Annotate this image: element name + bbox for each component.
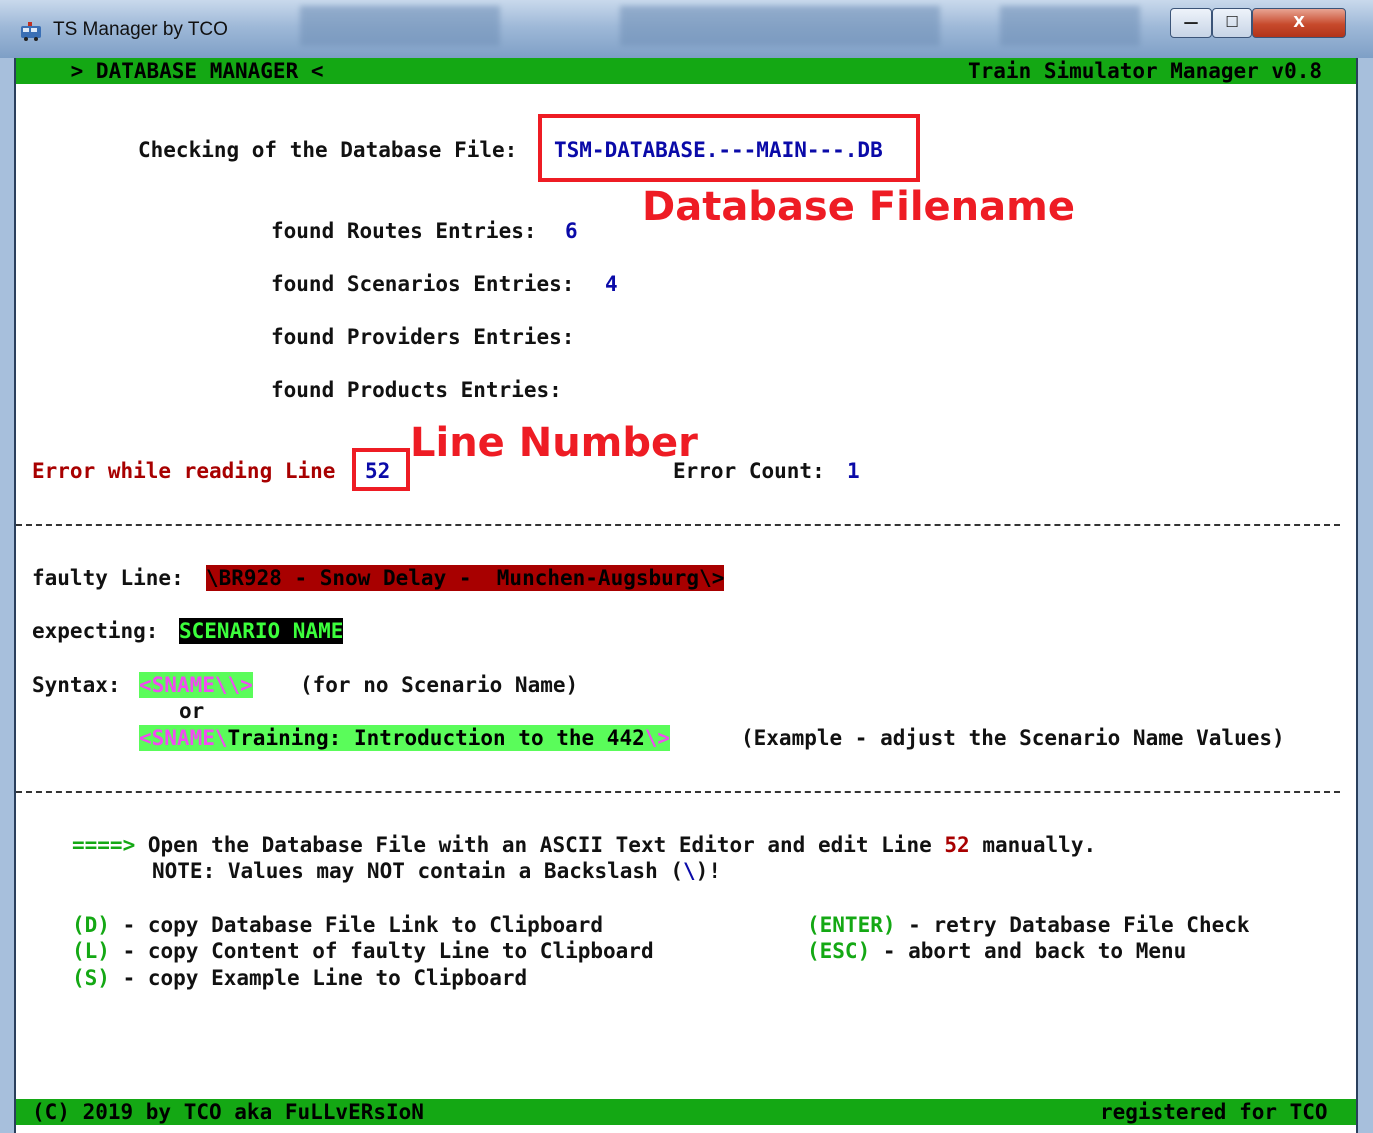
count-value: 4 [605, 272, 618, 296]
hotkey: (L) [72, 939, 110, 963]
note-text: )! [695, 859, 721, 883]
check-label: Checking of the Database File: [138, 138, 518, 162]
window-titlebar[interactable]: TS Manager by TCO — ☐ X [0, 0, 1373, 59]
action-retry-check[interactable]: (ENTER) - retry Database File Check [807, 912, 1250, 938]
action-label: - retry Database File Check [895, 913, 1250, 937]
syntax-form-example: <SNAME\Training: Introduction to the 442… [139, 725, 671, 751]
action-abort-to-menu[interactable]: (ESC) - abort and back to Menu [807, 938, 1186, 964]
backslash-glyph: \ [683, 859, 696, 883]
count-value: 6 [565, 219, 578, 243]
error-count-value: 1 [847, 459, 860, 483]
footer-bar: (C) 2019 by TCO aka FuLLvERsIoN register… [16, 1099, 1356, 1125]
close-icon: X [1293, 13, 1305, 31]
action-label: - copy Example Line to Clipboard [109, 966, 528, 990]
hotkey: (ENTER) [807, 913, 896, 937]
instruction-text: Open the Database File with an ASCII Tex… [135, 833, 945, 857]
action-copy-example-line[interactable]: (S) - copy Example Line to Clipboard [72, 965, 527, 991]
action-label: - copy Database File Link to Clipboard [109, 913, 604, 937]
hotkey: (ESC) [807, 939, 871, 963]
annotation-database-filename: Database Filename [642, 184, 1075, 230]
instruction-note: NOTE: Values may NOT contain a Backslash… [152, 858, 721, 884]
footer-registration: registered for TCO [1100, 1100, 1328, 1124]
count-label: found Products Entries: [271, 378, 562, 402]
faulty-line-value: \BR928 - Snow Delay - Munchen-Augsburg\> [206, 565, 725, 591]
instruction-line-1: ====> Open the Database File with an ASC… [72, 832, 1096, 858]
expecting-value: SCENARIO NAME [179, 618, 344, 644]
note-text: NOTE: Values may NOT contain a Backslash… [152, 859, 684, 883]
syntax-form-empty-note: (for no Scenario Name) [300, 673, 579, 697]
action-label: - abort and back to Menu [870, 939, 1187, 963]
maximize-button[interactable]: ☐ [1212, 8, 1252, 38]
syntax-tag-end: \> [644, 726, 671, 750]
syntax-form-empty: <SNAME\\> [139, 672, 253, 698]
count-label: found Scenarios Entries: [271, 272, 575, 296]
divider [16, 791, 1340, 793]
expecting-label: expecting: [32, 619, 159, 643]
titlebar-background [1000, 6, 1140, 46]
window-title: TS Manager by TCO [53, 19, 228, 40]
count-label: found Routes Entries: [271, 219, 537, 243]
header-title: > DATABASE MANAGER < [58, 59, 324, 83]
minimize-icon: — [1183, 13, 1199, 31]
line-number-highlight-box [352, 448, 410, 491]
syntax-tag: <SNAME\ [139, 726, 228, 750]
action-label: - copy Content of faulty Line to Clipboa… [109, 939, 654, 963]
titlebar-background [300, 6, 500, 46]
close-button[interactable]: X [1252, 8, 1346, 38]
app-icon [21, 22, 41, 41]
maximize-icon: ☐ [1225, 13, 1239, 31]
syntax-tag: <SNAME\\> [139, 673, 253, 697]
annotation-line-number: Line Number [410, 420, 698, 466]
error-label: Error while reading Line [32, 459, 336, 483]
window-frame-left [0, 58, 16, 1133]
header-app-name: Train Simulator Manager v0.8 [968, 59, 1323, 83]
syntax-form-example-note: (Example - adjust the Scenario Name Valu… [741, 726, 1285, 750]
header-bar: > DATABASE MANAGER < Train Simulator Man… [16, 58, 1356, 84]
instruction-line-number: 52 [944, 833, 970, 857]
arrow-icon: ====> [72, 833, 136, 857]
minimize-button[interactable]: — [1170, 8, 1212, 38]
divider [16, 524, 1340, 526]
instruction-text: manually. [969, 833, 1097, 857]
hotkey: (S) [72, 966, 110, 990]
hotkey: (D) [72, 913, 110, 937]
faulty-label: faulty Line: [32, 566, 184, 590]
count-label: found Providers Entries: [271, 325, 575, 349]
action-copy-faulty-line[interactable]: (L) - copy Content of faulty Line to Cli… [72, 938, 654, 964]
action-copy-db-link[interactable]: (D) - copy Database File Link to Clipboa… [72, 912, 603, 938]
window-frame-right [1356, 58, 1373, 1133]
syntax-label: Syntax: [32, 673, 121, 697]
titlebar-background [620, 6, 940, 46]
syntax-example-value: Training: Introduction to the 442 [227, 726, 645, 750]
footer-copyright: (C) 2019 by TCO aka FuLLvERsIoN [32, 1100, 424, 1124]
filename-highlight-box [538, 114, 920, 182]
syntax-or: or [179, 699, 205, 723]
